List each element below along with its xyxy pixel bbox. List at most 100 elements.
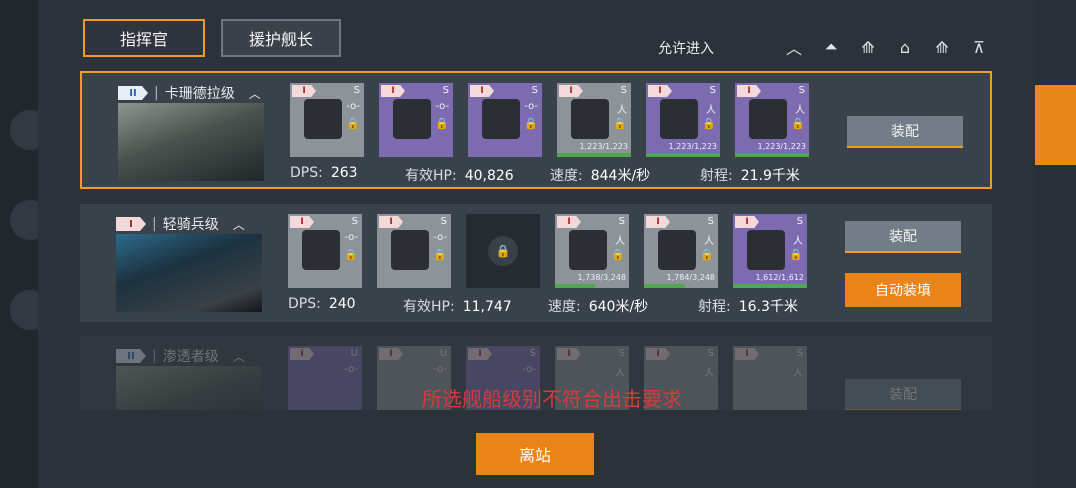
ship-row[interactable]: II | 卡珊德拉级 ︿ I S -o- 🔒 I S -o- 🔒 I S -o-… [80, 71, 992, 189]
module-tier-badge: I [646, 348, 670, 360]
module-type-icon: -o- [344, 232, 358, 243]
module-tier-badge: I [648, 85, 672, 97]
ship-header: II | 渗透者级 ︿ [116, 346, 245, 366]
module-hp-bar [555, 284, 595, 288]
ship-name: 轻骑兵级 [162, 217, 219, 233]
filter-label: 允许进入 [658, 41, 714, 57]
module-slot[interactable]: I S 人 🔒 1,223/1,223 [557, 83, 631, 157]
ship-tier-badge: II [118, 86, 148, 100]
module-size: S [618, 348, 625, 359]
module-image [571, 99, 609, 139]
dps-stat: DPS: 263 [290, 165, 358, 181]
module-size: S [796, 348, 803, 359]
module-slot[interactable]: I S -o- 🔒 [379, 83, 453, 157]
module-slot[interactable]: I S -o- 🔒 [290, 83, 364, 157]
tier4-icon[interactable]: ⟰ [931, 36, 953, 58]
equip-button[interactable]: 装配 [845, 221, 961, 253]
module-image [749, 99, 787, 139]
lock-icon: 🔒 [702, 117, 716, 130]
background-left [0, 0, 50, 488]
speed-stat: 速度: 640米/秒 [548, 299, 649, 315]
tier-filter-bar: ︿ ⏶ ⟰ ⌂ ⟰ ⊼ [783, 36, 990, 58]
lock-icon: 🔒 [488, 236, 518, 266]
module-type-icon: 人 [704, 236, 714, 247]
lock-icon: 🔒 [789, 248, 803, 261]
ship-image [118, 103, 264, 181]
module-image [482, 99, 520, 139]
module-type-icon: 人 [793, 236, 803, 247]
lock-icon: 🔒 [611, 248, 625, 261]
module-hp: 1,223/1,223 [757, 142, 807, 151]
module-type-icon: -o- [522, 364, 536, 375]
module-image [660, 99, 698, 139]
module-tier-badge: I [735, 348, 759, 360]
module-type-icon: -o- [435, 101, 449, 112]
module-size: S [709, 85, 716, 96]
module-size: U [350, 348, 358, 359]
module-slot[interactable]: I S 人 🔒 1,738/3,248 [555, 214, 629, 288]
depart-button[interactable]: 离站 [476, 433, 594, 475]
chevron-up-icon[interactable]: ︿ [783, 36, 805, 58]
module-tier-badge: I [646, 216, 670, 228]
ship-tier-badge: II [116, 349, 146, 363]
module-size: S [351, 216, 358, 227]
lock-icon: 🔒 [344, 248, 358, 261]
module-size: S [440, 216, 447, 227]
module-size: U [439, 348, 447, 359]
module-image [304, 99, 342, 139]
module-hp-bar [733, 284, 807, 288]
module-hp-bar [644, 284, 685, 288]
ship-row[interactable]: I | 轻骑兵级 ︿ I S -o- 🔒 I S -o- 🔒 🔒 I S 人 🔒 [80, 204, 992, 322]
speed-stat: 速度: 844米/秒 [550, 168, 651, 184]
empty-module-slot[interactable]: 🔒 [466, 214, 540, 288]
module-hp-bar [735, 153, 809, 157]
divider: | [152, 216, 157, 232]
module-image [747, 230, 785, 270]
module-type-icon: -o- [433, 364, 447, 375]
module-type-icon: 人 [615, 236, 625, 247]
module-tier-badge: I [468, 348, 492, 360]
chevron-up-icon: ︿ [232, 217, 245, 232]
module-slot[interactable]: I S 人 🔒 1,223/1,223 [735, 83, 809, 157]
tier2-icon[interactable]: ⟰ [857, 36, 879, 58]
module-tier-badge: I [557, 348, 581, 360]
module-tier-badge: I [379, 348, 403, 360]
module-type-icon: 人 [704, 368, 714, 379]
module-hp: 1,784/3,248 [666, 273, 716, 282]
tier5-icon[interactable]: ⊼ [968, 36, 990, 58]
module-image [393, 99, 431, 139]
tab-escort-captain[interactable]: 援护舰长 [221, 19, 341, 57]
module-tier-badge: I [381, 85, 405, 97]
tab-commander[interactable]: 指挥官 [83, 19, 205, 57]
equip-button[interactable]: 装配 [847, 116, 963, 148]
background-orange-panel [1035, 85, 1076, 165]
ship-name: 卡珊德拉级 [164, 86, 235, 102]
auto-fill-button[interactable]: 自动装填 [845, 273, 961, 307]
module-slot[interactable]: I S -o- 🔒 [377, 214, 451, 288]
chevron-up-icon: ︿ [248, 86, 261, 101]
warning-message: 所选舰船级别不符合出击要求 [422, 387, 682, 411]
module-image [658, 230, 696, 270]
range-stat: 射程: 16.3千米 [698, 299, 798, 315]
module-hp: 1,738/3,248 [577, 273, 627, 282]
module-slot[interactable]: I S -o- 🔒 [468, 83, 542, 157]
module-size: S [529, 348, 536, 359]
lock-icon: 🔒 [524, 117, 538, 130]
module-tier-badge: I [470, 85, 494, 97]
module-type-icon: -o- [433, 232, 447, 243]
ship-image [116, 234, 262, 312]
tier1-icon[interactable]: ⏶ [820, 36, 842, 58]
module-slot[interactable]: I S 人 🔒 1,784/3,248 [644, 214, 718, 288]
module-slot[interactable]: I S 人 🔒 1,612/1,612 [733, 214, 807, 288]
module-slot[interactable]: I S -o- 🔒 [288, 214, 362, 288]
tier3-icon[interactable]: ⌂ [894, 36, 916, 58]
module-tier-badge: I [735, 216, 759, 228]
module-slot[interactable]: I S 人 🔒 1,223/1,223 [646, 83, 720, 157]
module-hp: 1,612/1,612 [755, 273, 805, 282]
module-size: S [353, 85, 360, 96]
background-right [1035, 0, 1076, 488]
module-tier-badge: I [292, 85, 316, 97]
module-type-icon: -o- [344, 364, 358, 375]
lock-icon: 🔒 [433, 248, 447, 261]
module-tier-badge: I [290, 348, 314, 360]
